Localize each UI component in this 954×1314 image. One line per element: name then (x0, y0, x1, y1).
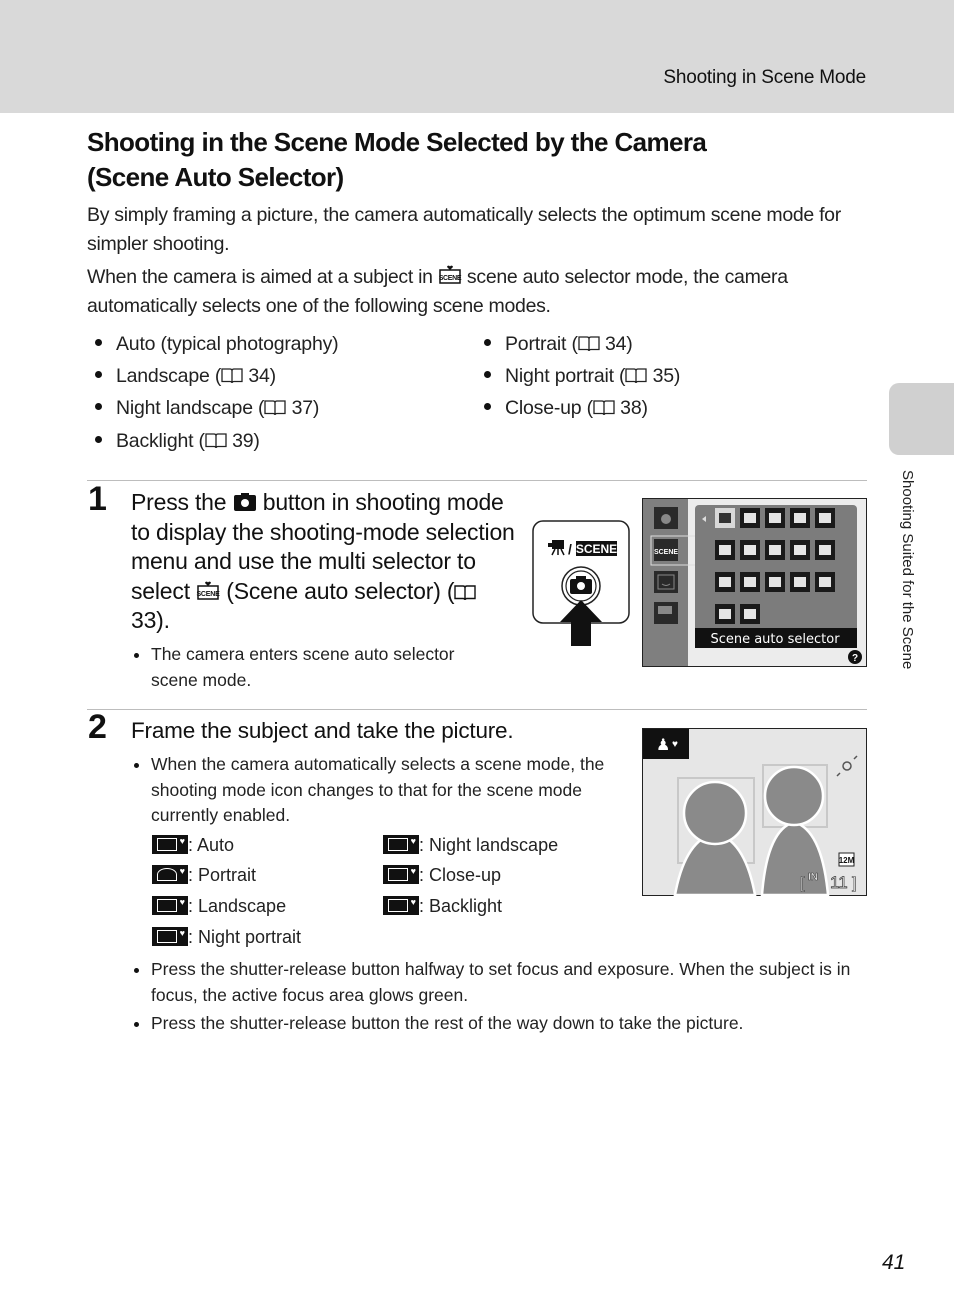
shooting-mode-movie-icon (654, 602, 678, 624)
legend-item: ♥: Backlight (383, 896, 502, 917)
party-glyph (719, 545, 731, 555)
camera-mode-button-figure: / SCENE (532, 520, 630, 646)
svg-text:SCENE: SCENE (197, 591, 221, 598)
night-portrait-icon: ♥ (152, 927, 188, 946)
step2-bullet: When the camera automatically selects a … (134, 752, 616, 829)
book-reference-icon (593, 400, 615, 416)
legend-item: ♥: Portrait (152, 865, 256, 886)
header-band (0, 0, 954, 113)
copy-glyph (819, 577, 831, 587)
svg-text:SCENE: SCENE (438, 275, 461, 282)
portrait-icon: ♥ (152, 865, 188, 884)
legend-item: ♥: Night landscape (383, 835, 558, 856)
legend-item: ♥: Night portrait (152, 927, 301, 948)
shooting-mode-menu-screen: SCENE Scene auto selector ? (642, 498, 867, 667)
landscape-icon: ♥ (152, 896, 188, 915)
internal-memory-indicator: IN (808, 872, 818, 883)
step2-bullet: Press the shutter-release button the res… (134, 1011, 871, 1037)
camera-button-icon (233, 493, 256, 511)
scene-auto-selector-icon: SCENE (197, 581, 221, 600)
legend-item: ♥: Close-up (383, 865, 501, 886)
subject-head (763, 765, 825, 827)
legend-item: ♥: Landscape (152, 896, 286, 917)
food-glyph (744, 577, 756, 587)
backlight-icon: ♥ (383, 896, 419, 915)
landscape-glyph (769, 513, 781, 523)
list-item: Auto (typical photography) (95, 333, 339, 356)
book-reference-icon (625, 368, 647, 384)
svg-text:]: ] (852, 875, 856, 892)
svg-text:♟: ♟ (656, 735, 670, 754)
backlight-glyph (719, 609, 731, 619)
svg-text:♥: ♥ (672, 739, 678, 750)
portrait-glyph (744, 513, 756, 523)
page-number: 41 (882, 1251, 906, 1274)
scene-auto-selector-icon: SCENE (438, 265, 462, 284)
camera-monitor-figure: ♟ ♥ 12M [ IN 11 ] (642, 728, 867, 896)
svg-text:SCENE: SCENE (654, 549, 678, 556)
section-title: Shooting in Scene Mode (663, 67, 866, 88)
step-number: 1 (88, 480, 107, 518)
svg-text:/: / (568, 541, 572, 557)
list-item: Night portrait ( 35) (484, 365, 680, 388)
step1-bullet: The camera enters scene auto selector sc… (134, 642, 491, 693)
panorama-glyph (744, 609, 756, 619)
night-landscape-glyph (819, 545, 831, 555)
dusk-glyph (794, 545, 806, 555)
menu-caption: Scene auto selector (710, 632, 840, 647)
night-landscape-icon: ♥ (383, 835, 419, 854)
step2-title: Frame the subject and take the picture. (131, 718, 514, 743)
close-up-glyph (719, 577, 731, 587)
fireworks-glyph (794, 577, 806, 587)
close-up-icon: ♥ (383, 865, 419, 884)
chapter-tab-label: Shooting Suited for the Scene (899, 470, 916, 670)
page-title: Shooting in the Scene Mode Selected by t… (87, 125, 847, 195)
book-reference-icon (578, 336, 600, 352)
night-portrait-glyph (819, 513, 831, 523)
list-item: Close-up ( 38) (484, 397, 648, 420)
intro-paragraph-2: When the camera is aimed at a subject in… (87, 265, 788, 317)
scene-auto-glyph (719, 513, 731, 523)
exposures-remaining: 11 (830, 873, 848, 892)
legend-item: ♥: Auto (152, 835, 234, 856)
auto-icon: ♥ (152, 835, 188, 854)
svg-text:[: [ (800, 875, 805, 892)
sunset-glyph (769, 545, 781, 555)
beach-snow-glyph (744, 545, 756, 555)
step-number: 2 (88, 708, 107, 746)
chapter-tab (889, 383, 954, 455)
divider (87, 480, 867, 481)
list-item: Portrait ( 34) (484, 333, 633, 356)
divider (87, 709, 867, 710)
sports-glyph (794, 513, 806, 523)
shooting-mode-smile-icon (654, 571, 678, 593)
step1-instruction: Press the button in shooting mode to dis… (131, 489, 515, 633)
book-reference-icon (205, 433, 227, 449)
intro-paragraph-1: By simply framing a picture, the camera … (87, 204, 841, 255)
museum-glyph (769, 577, 781, 587)
shooting-mode-camera-icon (654, 507, 678, 529)
book-reference-icon (264, 400, 287, 416)
svg-text:12M: 12M (839, 856, 855, 865)
list-item: Backlight ( 39) (95, 430, 260, 453)
page-title-line1: Shooting in the Scene Mode Selected by t… (87, 127, 707, 157)
scene-button-label: SCENE (576, 542, 617, 556)
book-reference-icon (221, 368, 243, 384)
book-reference-icon (454, 584, 477, 600)
list-item: Night landscape ( 37) (95, 397, 319, 420)
list-item: Landscape ( 34) (95, 365, 276, 388)
shooting-mode-scene-auto-icon: SCENE (654, 539, 678, 561)
step2-bullet: Press the shutter-release button halfway… (134, 957, 871, 1008)
svg-text:?: ? (852, 653, 858, 664)
subject-head (682, 780, 748, 846)
page-title-line2: (Scene Auto Selector) (87, 162, 344, 192)
